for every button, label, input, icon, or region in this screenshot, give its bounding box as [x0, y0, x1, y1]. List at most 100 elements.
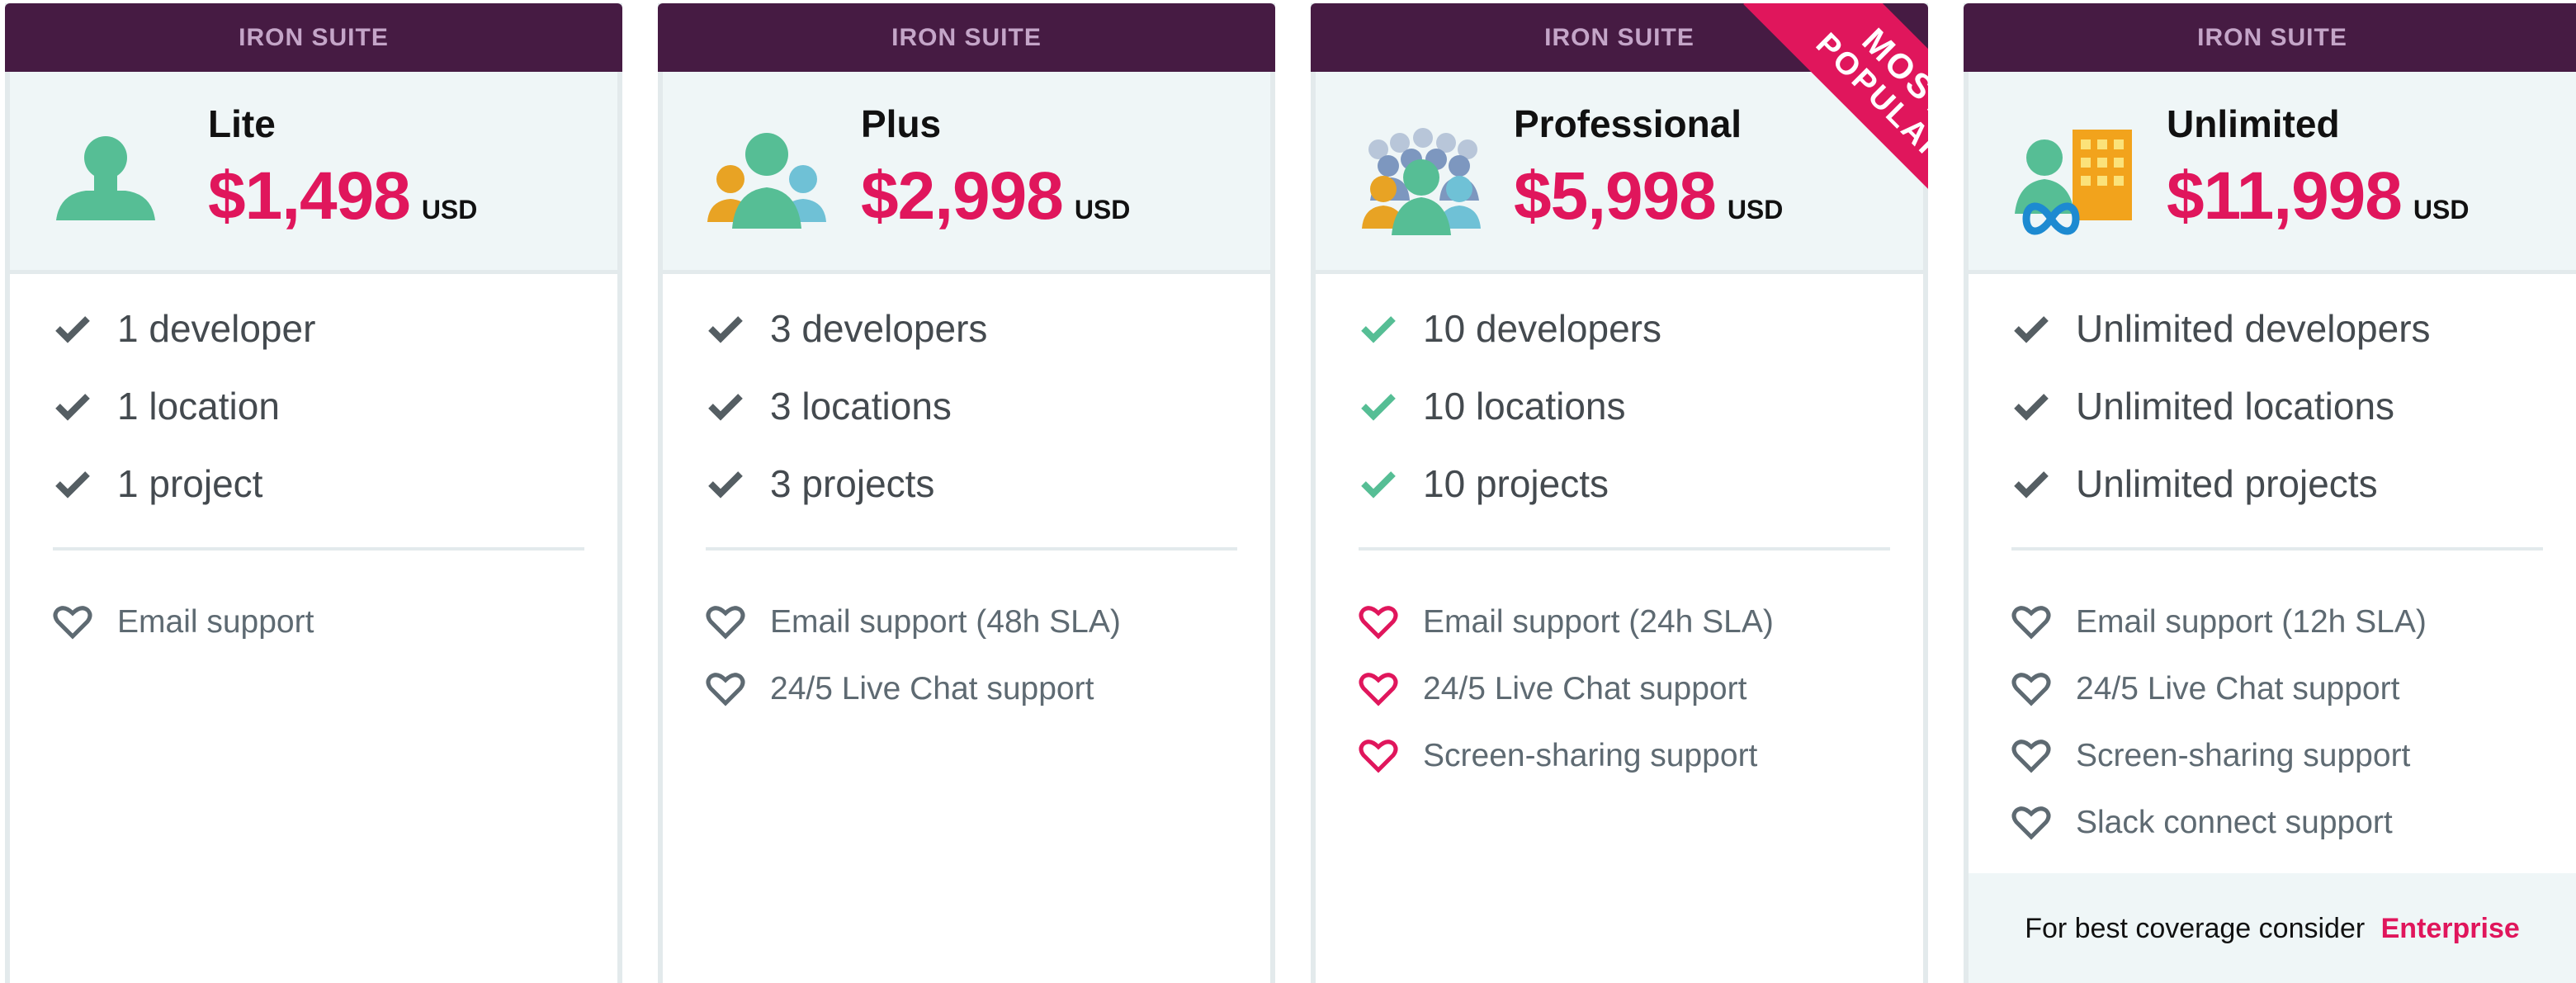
plan-banner: IRON SUITE — [5, 3, 622, 72]
feature-label: 1 developer — [117, 307, 316, 350]
user-building-infinity-icon — [2015, 130, 2132, 235]
feature-label: Unlimited locations — [2076, 385, 2395, 428]
heart-icon — [1359, 739, 1398, 773]
plan-card-professional: IRON SUITE MOST POPULAR Professional $5,… — [1311, 3, 1928, 983]
plan-header: Plus $2,998 USD — [663, 72, 1270, 274]
heart-icon — [2011, 672, 2051, 707]
support-label: Screen-sharing support — [2076, 737, 2411, 773]
support-label: Email support (24h SLA) — [1423, 603, 1774, 640]
plan-price-amount: $11,998 — [2167, 158, 2403, 234]
support-label: Email support (12h SLA) — [2076, 603, 2427, 640]
check-icon — [708, 471, 743, 499]
feature-label: 3 developers — [770, 307, 988, 350]
check-icon — [1361, 316, 1396, 343]
check-icon — [1361, 471, 1396, 499]
check-icon — [55, 471, 90, 499]
plan-currency: USD — [2413, 195, 2470, 224]
feature-label: 1 location — [117, 385, 280, 428]
plan-header: Unlimited $11,998 USD — [1969, 72, 2576, 274]
heart-icon — [2011, 605, 2051, 640]
support-list: Email support — [53, 588, 584, 655]
support-label: Screen-sharing support — [1423, 737, 1758, 773]
plan-price: $11,998 USD — [2167, 158, 2469, 235]
plan-price: $2,998 USD — [861, 158, 1130, 235]
feature-item: 10 projects — [1359, 445, 1890, 522]
feature-item: 1 location — [53, 367, 584, 445]
plan-price-amount: $5,998 — [1514, 158, 1717, 234]
plan-name: Plus — [861, 102, 942, 145]
ribbon-band: MOST POPULAR — [1743, 3, 1928, 234]
feature-label: 1 project — [117, 462, 263, 505]
feature-label: Unlimited developers — [2076, 307, 2431, 350]
check-icon — [2014, 394, 2049, 421]
check-icon — [2014, 316, 2049, 343]
enterprise-link[interactable]: Enterprise — [2381, 913, 2520, 944]
support-label: Slack connect support — [2076, 804, 2393, 840]
feature-item: Unlimited locations — [2011, 367, 2543, 445]
three-users-icon — [707, 133, 826, 229]
feature-list: 3 developers 3 locations 3 projects — [706, 290, 1237, 551]
feature-item: 1 project — [53, 445, 584, 522]
feature-label: 3 locations — [770, 385, 952, 428]
support-item: 24/5 Live Chat support — [1359, 655, 1890, 722]
support-list: Email support (24h SLA) 24/5 Live Chat s… — [1359, 588, 1890, 789]
support-label: Email support — [117, 603, 314, 640]
plan-currency: USD — [421, 195, 478, 224]
divider — [2011, 547, 2543, 551]
support-item: Screen-sharing support — [1359, 722, 1890, 789]
support-item: 24/5 Live Chat support — [2011, 655, 2543, 722]
plan-header: MOST POPULAR Professional $5,998 USD — [1316, 3, 1928, 274]
check-icon — [55, 316, 90, 343]
feature-label: 10 projects — [1423, 462, 1609, 505]
support-item: Slack connect support — [2011, 789, 2543, 856]
feature-item: 3 developers — [706, 290, 1237, 367]
support-item: 24/5 Live Chat support — [706, 655, 1237, 722]
feature-item: 1 developer — [53, 290, 584, 367]
support-label: 24/5 Live Chat support — [2076, 670, 2400, 707]
support-item: Email support — [53, 588, 584, 655]
team-users-icon — [1362, 128, 1481, 235]
check-icon — [1361, 394, 1396, 421]
plan-currency: USD — [1074, 195, 1131, 224]
heart-icon — [706, 605, 745, 640]
feature-list: 10 developers 10 locations 10 projects — [1359, 290, 1890, 551]
enterprise-note: For best coverage consider Enterprise — [1969, 873, 2576, 983]
most-popular-ribbon: MOST POPULAR — [1697, 3, 1928, 234]
plan-banner: IRON SUITE — [1964, 3, 2576, 72]
single-user-icon — [56, 136, 155, 220]
support-label: Email support (48h SLA) — [770, 603, 1121, 640]
feature-item: Unlimited developers — [2011, 290, 2543, 367]
enterprise-note-text: For best coverage consider — [2025, 913, 2366, 944]
plan-price-amount: $2,998 — [861, 158, 1064, 234]
heart-icon — [2011, 739, 2051, 773]
check-icon — [2014, 471, 2049, 499]
feature-label: 10 locations — [1423, 385, 1626, 428]
feature-item: 3 locations — [706, 367, 1237, 445]
check-icon — [708, 394, 743, 421]
feature-list: Unlimited developers Unlimited locations… — [2011, 290, 2543, 551]
heart-icon — [2011, 806, 2051, 840]
heart-icon — [53, 605, 92, 640]
check-icon — [708, 316, 743, 343]
feature-label: 10 developers — [1423, 307, 1661, 350]
plan-card-lite: IRON SUITE Lite $1,498 USD 1 developer 1 … — [5, 3, 622, 983]
support-item: Email support (12h SLA) — [2011, 588, 2543, 655]
feature-label: 3 projects — [770, 462, 935, 505]
heart-icon — [1359, 672, 1398, 707]
support-item: Email support (24h SLA) — [1359, 588, 1890, 655]
support-item: Screen-sharing support — [2011, 722, 2543, 789]
support-label: 24/5 Live Chat support — [770, 670, 1094, 707]
plan-name: Unlimited — [2167, 102, 2340, 145]
check-icon — [55, 394, 90, 421]
feature-list: 1 developer 1 location 1 project — [53, 290, 584, 551]
support-item: Email support (48h SLA) — [706, 588, 1237, 655]
divider — [53, 547, 584, 551]
plan-price-amount: $1,498 — [208, 158, 411, 234]
plan-header: Lite $1,498 USD — [10, 72, 617, 274]
plan-card-unlimited: IRON SUITE Unlimited $11,998 USD Unlimite… — [1964, 3, 2576, 983]
plan-price: $1,498 USD — [208, 158, 477, 235]
divider — [706, 547, 1237, 551]
heart-icon — [706, 672, 745, 707]
plan-card-plus: IRON SUITE Plus $2,998 USD 3 developers 3… — [658, 3, 1275, 983]
plan-name: Lite — [208, 102, 276, 145]
